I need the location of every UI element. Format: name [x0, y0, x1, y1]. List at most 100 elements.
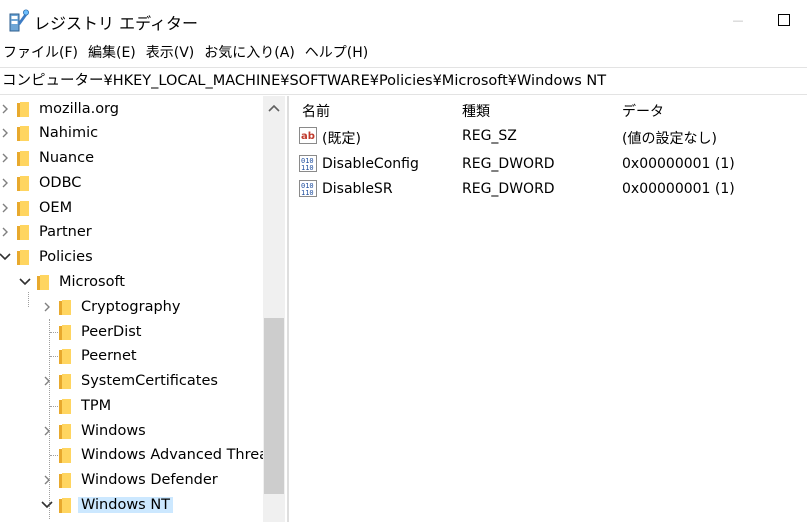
tree-item-label: mozilla.org [39, 101, 119, 117]
tree-item-label: Peernet [81, 348, 137, 364]
chevron-right-icon[interactable] [0, 126, 12, 140]
binary-value-icon: 010 110 [299, 180, 317, 197]
column-header-data[interactable]: データ [622, 101, 664, 121]
tree-item-cryptography[interactable]: Cryptography [40, 295, 180, 319]
tree-item-peernet[interactable]: Peernet [40, 344, 137, 368]
folder-icon [59, 324, 74, 340]
chevron-down-icon[interactable] [18, 275, 32, 289]
key-tree: mozilla.org Nahimic Nuance ODBC OEM Part… [0, 96, 288, 522]
chevron-right-icon[interactable] [0, 102, 12, 116]
minimize-icon: — [732, 13, 744, 27]
folder-icon [17, 150, 32, 166]
tree-item-windows[interactable]: Windows [40, 419, 146, 443]
tree-item-partner[interactable]: Partner [0, 220, 92, 244]
pane-splitter[interactable] [287, 96, 289, 522]
menu-edit[interactable]: 編集(E) [83, 42, 141, 64]
svg-text:110: 110 [301, 164, 314, 172]
binary-value-icon: 010 110 [299, 155, 317, 172]
chevron-down-icon[interactable] [0, 250, 12, 264]
folder-icon [59, 447, 74, 463]
menu-bar: ファイル(F) 編集(E) 表示(V) お気に入り(A) ヘルプ(H) [0, 42, 373, 64]
tree-item-oem[interactable]: OEM [0, 196, 72, 220]
tree-item-nahimic[interactable]: Nahimic [0, 121, 98, 145]
tree-item-label: Nahimic [39, 125, 99, 141]
value-data: (値の設定なし) [622, 131, 717, 147]
scroll-up-button[interactable] [263, 96, 285, 120]
address-bar[interactable]: コンピューター¥HKEY_LOCAL_MACHINE¥SOFTWARE¥Poli… [0, 67, 807, 95]
tree-item-label: PeerDist [81, 324, 142, 340]
menu-view[interactable]: 表示(V) [141, 42, 200, 64]
chevron-right-icon[interactable] [0, 151, 12, 165]
value-row[interactable]: 010 110 DisableSR REG_DWORD 0x00000001 (… [290, 177, 807, 201]
tree-item-windows-nt[interactable]: Windows NT [40, 493, 174, 517]
chevron-right-icon[interactable] [40, 374, 54, 388]
folder-icon [37, 274, 52, 290]
tree-item-label: SystemCertificates [81, 373, 218, 389]
tree-item-label: Partner [39, 224, 92, 240]
value-data: 0x00000001 (1) [622, 156, 735, 172]
menu-favorites[interactable]: お気に入り(A) [199, 42, 300, 64]
folder-icon [59, 299, 74, 315]
folder-icon [59, 423, 74, 439]
chevron-right-icon[interactable] [0, 201, 12, 215]
tree-item-mozilla-org[interactable]: mozilla.org [0, 97, 119, 121]
minimize-button[interactable]: — [715, 0, 761, 40]
chevron-up-icon [268, 104, 280, 112]
list-header: 名前 種類 データ [290, 96, 807, 122]
tree-item-label: Cryptography [81, 299, 181, 315]
folder-icon [17, 175, 32, 191]
chevron-right-icon[interactable] [40, 424, 54, 438]
folder-icon [59, 497, 74, 513]
tree-item-nuance[interactable]: Nuance [0, 146, 94, 170]
folder-icon [17, 200, 32, 216]
value-name: (既定) [322, 131, 361, 147]
value-type: REG_DWORD [462, 181, 555, 197]
value-name: DisableSR [322, 181, 393, 197]
svg-text:110: 110 [301, 189, 314, 197]
tree-item-peerdist[interactable]: PeerDist [40, 320, 141, 344]
chevron-right-icon[interactable] [40, 300, 54, 314]
tree-item-label: Nuance [39, 150, 95, 166]
chevron-right-icon[interactable] [0, 225, 12, 239]
folder-icon [17, 224, 32, 240]
folder-icon [59, 373, 74, 389]
scroll-thumb[interactable] [264, 318, 284, 494]
folder-icon [17, 249, 32, 265]
menu-file[interactable]: ファイル(F) [0, 42, 83, 64]
string-value-icon: ab [299, 127, 317, 144]
value-name: DisableConfig [322, 156, 419, 172]
tree-item-label: Windows NT [78, 497, 174, 513]
value-data: 0x00000001 (1) [622, 181, 735, 197]
value-row[interactable]: 010 110 DisableConfig REG_DWORD 0x000000… [290, 152, 807, 176]
tree-item-odbc[interactable]: ODBC [0, 171, 81, 195]
menu-help[interactable]: ヘルプ(H) [300, 42, 373, 64]
tree-item-label: OEM [39, 200, 73, 216]
tree-item-windows-advanced-threat[interactable]: Windows Advanced Threa [40, 443, 268, 467]
folder-icon [59, 472, 74, 488]
tree-item-label: Windows [81, 423, 146, 439]
value-list: 名前 種類 データ ab (既定) REG_SZ (値の設定なし) 010 11… [290, 96, 807, 522]
column-header-name[interactable]: 名前 [302, 101, 330, 121]
tree-item-policies[interactable]: Policies [0, 245, 93, 269]
value-type: REG_DWORD [462, 156, 555, 172]
folder-icon [59, 398, 74, 414]
folder-icon [59, 348, 74, 364]
chevron-right-icon[interactable] [0, 176, 12, 190]
title-bar: レジストリ エディター — [0, 0, 807, 40]
chevron-right-icon[interactable] [40, 473, 54, 487]
chevron-down-icon[interactable] [40, 498, 54, 512]
tree-item-systemcertificates[interactable]: SystemCertificates [40, 369, 218, 393]
value-row[interactable]: ab (既定) REG_SZ (値の設定なし) [290, 124, 807, 148]
tree-item-windows-defender[interactable]: Windows Defender [40, 468, 218, 492]
maximize-icon [778, 14, 790, 26]
maximize-button[interactable] [761, 0, 807, 40]
svg-text:ab: ab [301, 131, 315, 142]
column-header-type[interactable]: 種類 [462, 101, 490, 121]
tree-item-tpm[interactable]: TPM [40, 394, 111, 418]
tree-item-label: Windows Defender [81, 472, 218, 488]
tree-item-microsoft[interactable]: Microsoft [18, 270, 125, 294]
